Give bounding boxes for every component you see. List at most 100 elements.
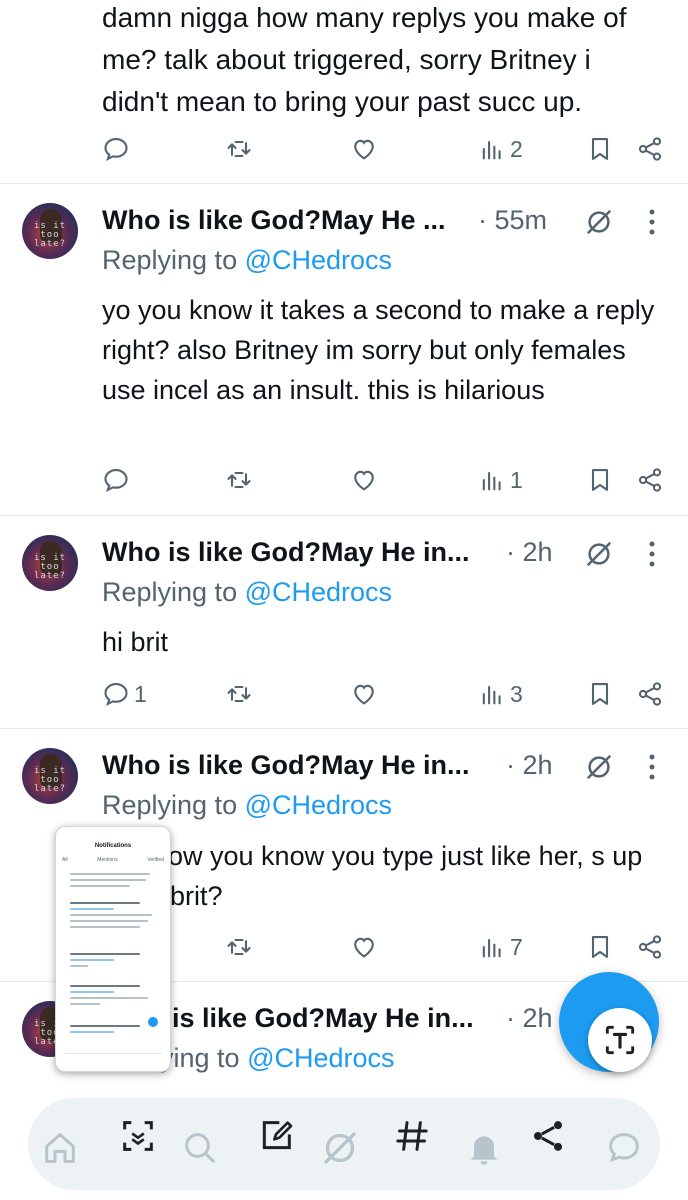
tweet[interactable]: is it too late? Who is like God?May He i… <box>0 515 688 729</box>
views-icon <box>482 938 501 958</box>
views-count: 3 <box>510 680 523 707</box>
bookmark-button[interactable] <box>586 132 614 166</box>
compose-icon[interactable] <box>256 1116 296 1156</box>
mention-link[interactable]: @CHedrocs <box>245 245 392 275</box>
bookmark-button[interactable] <box>586 930 614 964</box>
views-icon <box>482 685 501 705</box>
views-button[interactable]: 1 <box>478 463 523 497</box>
pip-tab: All <box>62 857 68 863</box>
bookmark-icon <box>591 138 609 160</box>
replying-to: Replying to @CHedrocs <box>102 245 392 276</box>
more-options-icon[interactable] <box>644 752 660 782</box>
bookmark-icon <box>591 683 609 705</box>
mention-link[interactable]: @CHedrocs <box>245 790 392 820</box>
hashtag-icon[interactable] <box>392 1116 432 1156</box>
replying-to: Replying to @CHedrocs <box>102 790 392 821</box>
avatar-caption: is it too late? <box>33 766 67 794</box>
retweet-button[interactable] <box>225 463 257 497</box>
like-button[interactable] <box>350 463 382 497</box>
avatar[interactable]: is it too late? <box>22 748 78 804</box>
views-count: 2 <box>510 135 523 162</box>
share-icon <box>638 468 662 492</box>
tweet-partial[interactable]: damn nigga how many replys you make of m… <box>0 0 688 184</box>
timestamp[interactable]: · 55m <box>478 205 547 236</box>
pip-tab: Verified <box>147 857 164 863</box>
pip-title: Notifications <box>94 843 132 849</box>
display-name[interactable]: Who is like God?May He in... <box>102 537 470 568</box>
share-button[interactable] <box>636 677 664 711</box>
grok-icon[interactable] <box>584 752 614 782</box>
search-icon[interactable] <box>180 1128 220 1168</box>
tweet-actions: 1 <box>0 463 688 497</box>
share-button[interactable] <box>636 930 664 964</box>
bottom-navigation-bar <box>28 1098 660 1190</box>
retweet-icon <box>227 685 251 703</box>
share-icon <box>638 935 662 959</box>
replying-to-label: Replying to <box>102 577 245 607</box>
scan-icon[interactable] <box>118 1116 158 1156</box>
home-icon[interactable] <box>40 1128 80 1168</box>
tweet-text: hi brit <box>102 627 169 657</box>
pip-tabs: All Mentions Verified <box>62 857 164 863</box>
share-button[interactable] <box>636 463 664 497</box>
reply-count: 1 <box>134 680 147 707</box>
tweet-text: damn nigga how many replys you make of m… <box>102 2 627 117</box>
reply-button[interactable] <box>102 463 134 497</box>
reply-icon <box>104 469 128 492</box>
grok-icon[interactable] <box>584 207 614 237</box>
tweet[interactable]: is it too late? Who is like God?May He .… <box>0 183 688 516</box>
retweet-icon <box>227 140 251 158</box>
display-name[interactable]: Who is like God?May He ... <box>102 205 446 236</box>
bookmark-icon <box>591 469 609 491</box>
like-button[interactable] <box>350 930 382 964</box>
bookmark-button[interactable] <box>586 463 614 497</box>
like-button[interactable] <box>350 132 382 166</box>
views-count: 1 <box>510 466 523 493</box>
share-icon <box>638 137 662 161</box>
bookmark-button[interactable] <box>586 677 614 711</box>
share-icon <box>638 682 662 706</box>
grok-icon[interactable] <box>584 539 614 569</box>
text-recognition-button[interactable] <box>588 1008 652 1072</box>
views-button[interactable]: 7 <box>478 930 523 964</box>
retweet-icon <box>227 471 251 489</box>
pip-tab: Mentions <box>97 857 118 863</box>
timestamp[interactable]: · 2h <box>506 1003 553 1034</box>
grok-icon[interactable] <box>320 1128 360 1168</box>
mention-link[interactable]: @CHedrocs <box>247 1043 394 1073</box>
retweet-button[interactable] <box>225 677 257 711</box>
replying-to-label: ying to <box>160 1043 248 1073</box>
avatar[interactable]: is it too late? <box>22 535 78 591</box>
share-button[interactable] <box>636 132 664 166</box>
reply-button[interactable] <box>102 132 134 166</box>
views-icon <box>482 471 501 491</box>
timestamp[interactable]: · 2h <box>506 750 553 781</box>
display-name[interactable]: is like God?May He in... <box>172 1003 474 1034</box>
mention-link[interactable]: @CHedrocs <box>245 577 392 607</box>
heart-icon <box>354 684 374 705</box>
screenshot-preview-thumbnail[interactable]: Notifications All Mentions Verified <box>55 826 171 1072</box>
reply-button[interactable]: 1 <box>102 677 147 711</box>
chat-icon[interactable] <box>604 1128 644 1168</box>
avatar[interactable]: is it too late? <box>22 203 78 259</box>
retweet-icon <box>227 938 251 956</box>
tweet-text: yo you know it takes a second to make a … <box>102 295 655 405</box>
more-options-icon[interactable] <box>644 207 660 237</box>
reply-icon <box>104 138 128 161</box>
bell-icon[interactable] <box>464 1128 504 1168</box>
like-button[interactable] <box>350 677 382 711</box>
replying-to: Replying to @CHedrocs <box>102 577 392 608</box>
retweet-button[interactable] <box>225 132 257 166</box>
retweet-button[interactable] <box>225 930 257 964</box>
timestamp[interactable]: · 2h <box>506 537 553 568</box>
heart-icon <box>354 139 374 160</box>
views-button[interactable]: 2 <box>478 132 523 166</box>
more-options-icon[interactable] <box>644 539 660 569</box>
views-button[interactable]: 3 <box>478 677 523 711</box>
display-name[interactable]: Who is like God?May He in... <box>102 750 470 781</box>
avatar-caption: is it too late? <box>33 221 67 249</box>
share-icon[interactable] <box>528 1116 568 1156</box>
tweet-actions: 1 3 <box>0 677 688 711</box>
replying-to-label: Replying to <box>102 790 245 820</box>
replying-to-label: Replying to <box>102 245 245 275</box>
